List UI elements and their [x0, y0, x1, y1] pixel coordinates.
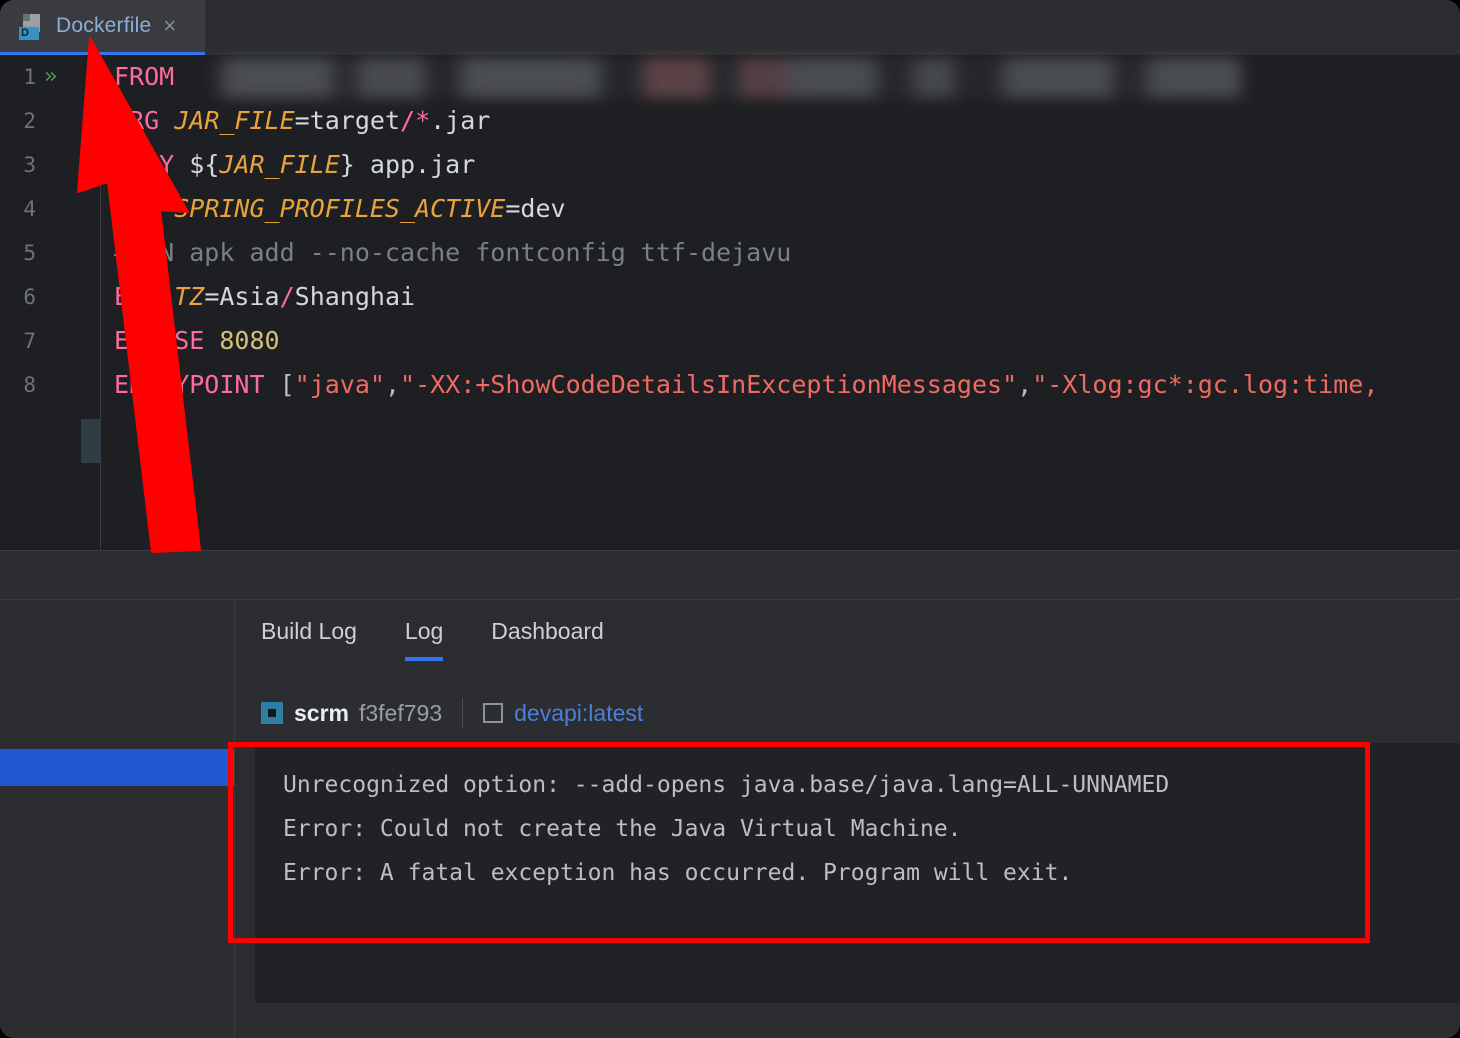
code-line-2[interactable]: ARG JAR_FILE=target/*.jar [114, 99, 490, 143]
code-token: } app.jar [339, 150, 476, 179]
tab-dockerfile[interactable]: D Dockerfile × [0, 0, 205, 55]
code-token: , [1017, 370, 1033, 399]
tab-build-log[interactable]: Build Log [261, 618, 357, 661]
close-icon[interactable]: × [163, 15, 176, 37]
code-token: "-Xlog:gc*:gc.log:time, [1032, 370, 1379, 399]
code-line-7[interactable]: EXPOSE 8080 [114, 319, 280, 363]
code-text-area[interactable]: FROM ARG JAR_FILE=target/*.jar COPY ${JA… [101, 55, 1460, 550]
panel-tab-strip: Build Log Log Dashboard [235, 610, 652, 668]
gutter-row-6[interactable]: 6 [0, 275, 100, 319]
code-token: Shanghai [294, 282, 416, 311]
services-tree-selected-item[interactable] [0, 749, 234, 786]
gutter-row-8[interactable]: 8 [0, 363, 100, 407]
code-token: SPRING_PROFILES_ACTIVE [174, 194, 506, 223]
code-token: =Asia [204, 282, 280, 311]
dockerfile-icon: D [18, 12, 46, 40]
code-token: JAR_FILE [174, 106, 295, 135]
console-output[interactable]: Unrecognized option: --add-opens java.ba… [255, 743, 1460, 1003]
gutter-row-4[interactable]: 4 [0, 187, 100, 231]
code-token: JAR_FILE [219, 150, 340, 179]
services-tree[interactable] [0, 600, 235, 1038]
code-token: "java" [294, 370, 385, 399]
image-icon [483, 703, 504, 723]
breadcrumb-image-link[interactable]: devapi:latest [514, 700, 643, 727]
run-icon[interactable]: » [44, 66, 57, 88]
panel-splitter-strip[interactable] [0, 551, 1460, 600]
line-number-5: 5 [23, 241, 36, 265]
code-token: =target [294, 106, 400, 135]
gutter-row-7[interactable]: 7 [0, 319, 100, 363]
code-token: / [400, 106, 416, 135]
code-line-8[interactable]: ENTRYPOINT ["java","-XX:+ShowCodeDetails… [114, 363, 1378, 407]
line-number-7: 7 [23, 329, 36, 353]
code-token: "-XX:+ShowCodeDetailsInExceptionMessages… [400, 370, 1018, 399]
code-token: , [384, 370, 401, 399]
gutter-row-2[interactable]: 2 [0, 99, 100, 143]
code-token: FROM [114, 62, 175, 91]
console-line: Error: Could not create the Java Virtual… [283, 816, 962, 842]
code-token: ARG [114, 194, 160, 223]
code-token: / [279, 282, 295, 311]
gutter-row-1[interactable]: 1 » [0, 55, 100, 99]
code-line-4[interactable]: ARG SPRING_PROFILES_ACTIVE=dev [114, 187, 566, 231]
breadcrumb-separator [462, 698, 464, 728]
code-token: ARG [114, 106, 160, 135]
tab-log[interactable]: Log [404, 618, 444, 661]
code-token: * [415, 106, 431, 135]
code-editor[interactable]: 1 » 2 3 4 5 6 7 8 FROM ARG JAR_FILE=targ… [0, 55, 1460, 550]
code-token: =dev [505, 194, 566, 223]
code-token: [ [279, 370, 295, 399]
line-number-4: 4 [23, 197, 36, 221]
breadcrumb-container-hash: f3fef793 [358, 699, 443, 726]
gutter-row-5[interactable]: 5 [0, 231, 100, 275]
code-token: #RUN apk add --no-cache fontconfig ttf-d… [114, 238, 792, 267]
code-token: ${ [174, 150, 220, 179]
gutter-row-3[interactable]: 3 [0, 143, 100, 187]
redacted-image-name [202, 58, 1252, 98]
code-token: COPY [114, 150, 175, 179]
console-line: Error: A fatal exception has occurred. P… [283, 860, 1073, 886]
ide-window: D Dockerfile × 1 » 2 3 4 5 6 7 8 FROM AR… [0, 0, 1460, 1038]
line-number-8: 8 [23, 373, 36, 397]
line-number-6: 6 [23, 285, 36, 309]
code-token: .jar [430, 106, 491, 135]
breadcrumb-container-name[interactable]: scrm [294, 700, 349, 727]
editor-tab-bar: D Dockerfile × [0, 0, 1460, 55]
code-line-3[interactable]: COPY ${JAR_FILE} app.jar [114, 143, 475, 187]
line-number-3: 3 [23, 153, 36, 177]
gutter-selection-highlight [81, 419, 100, 463]
code-token: TZ [174, 282, 205, 311]
tab-dashboard[interactable]: Dashboard [491, 618, 604, 661]
code-line-5[interactable]: #RUN apk add --no-cache fontconfig ttf-d… [114, 231, 791, 275]
editor-gutter[interactable]: 1 » 2 3 4 5 6 7 8 [0, 55, 101, 550]
breadcrumb: scrm f3fef793 devapi:latest [261, 695, 643, 731]
code-token: 8080 [219, 326, 280, 355]
line-number-1: 1 [23, 65, 36, 89]
code-token: EXPOSE [114, 326, 205, 355]
code-token: ENTRYPOINT [114, 370, 265, 399]
console-line: Unrecognized option: --add-opens java.ba… [283, 772, 1170, 798]
container-icon [261, 702, 283, 724]
services-detail-pane: Build Log Log Dashboard scrm f3fef793 de… [235, 600, 1460, 1038]
line-number-2: 2 [23, 109, 36, 133]
tab-label-dockerfile: Dockerfile [56, 14, 152, 37]
dockerfile-icon-badge: D [19, 27, 39, 40]
services-tool-window: Build Log Log Dashboard scrm f3fef793 de… [0, 600, 1460, 1038]
code-token: ENV [114, 282, 160, 311]
code-line-6[interactable]: ENV TZ=Asia/Shanghai [114, 275, 415, 319]
code-line-1[interactable]: FROM [114, 55, 174, 99]
